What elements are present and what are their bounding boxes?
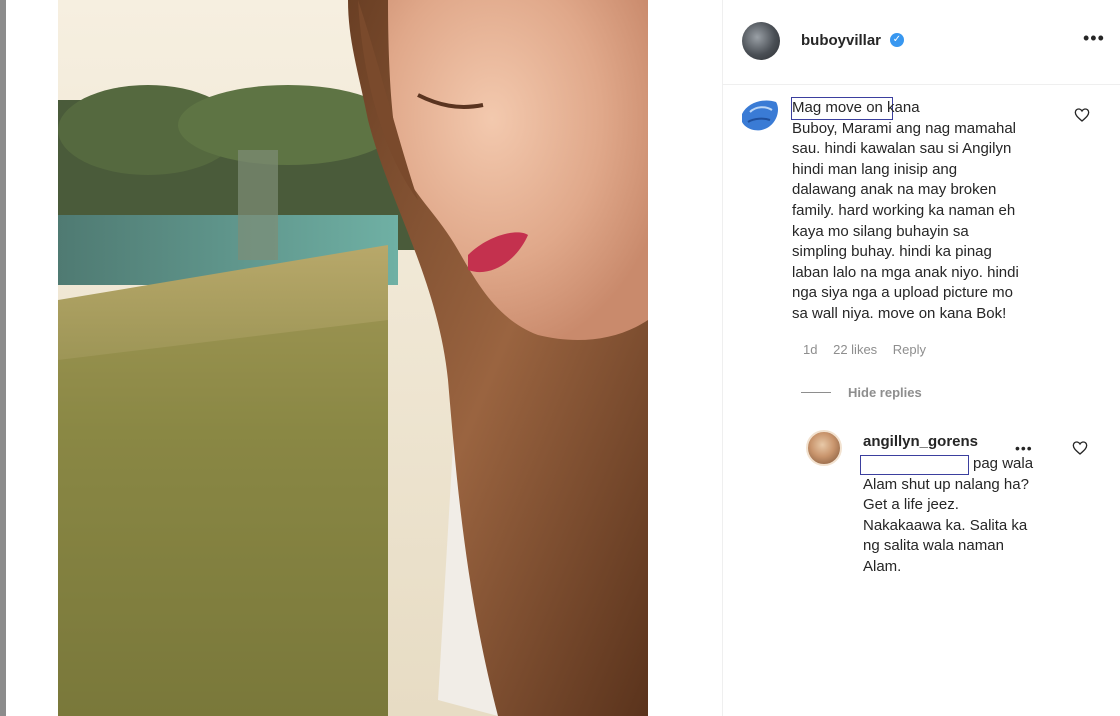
heart-icon[interactable] [1074, 107, 1090, 123]
verified-badge-icon: ✓ [890, 33, 904, 47]
more-horizontal-icon[interactable]: ••• [1083, 28, 1105, 49]
comment-likes[interactable]: 22 likes [833, 342, 877, 357]
post-header: buboyvillar ✓ ••• [723, 0, 1120, 85]
post-photo[interactable] [58, 0, 648, 716]
reply-text: pag wala Alam shut up nalang ha? Get a l… [863, 455, 1034, 575]
hide-replies-button[interactable]: Hide replies [848, 385, 922, 400]
reply-username[interactable]: angillyn_gorens [863, 433, 978, 450]
comments-panel: buboyvillar ✓ ••• Mag move on kana Buboy… [723, 0, 1120, 716]
reply-avatar[interactable] [806, 430, 842, 466]
comment-meta: 1d 22 likes Reply [803, 342, 938, 357]
reply-button[interactable]: Reply [893, 342, 926, 357]
window-edge [0, 0, 6, 716]
hide-replies-line [801, 392, 831, 393]
heart-icon[interactable] [1072, 440, 1088, 456]
owner-avatar[interactable] [742, 22, 780, 60]
commenter-avatar[interactable] [738, 94, 782, 138]
owner-username[interactable]: buboyvillar [801, 32, 881, 49]
comment-text: Mag move on kana Buboy, Marami ang nag m… [792, 99, 1019, 322]
comment-time: 1d [803, 342, 818, 357]
